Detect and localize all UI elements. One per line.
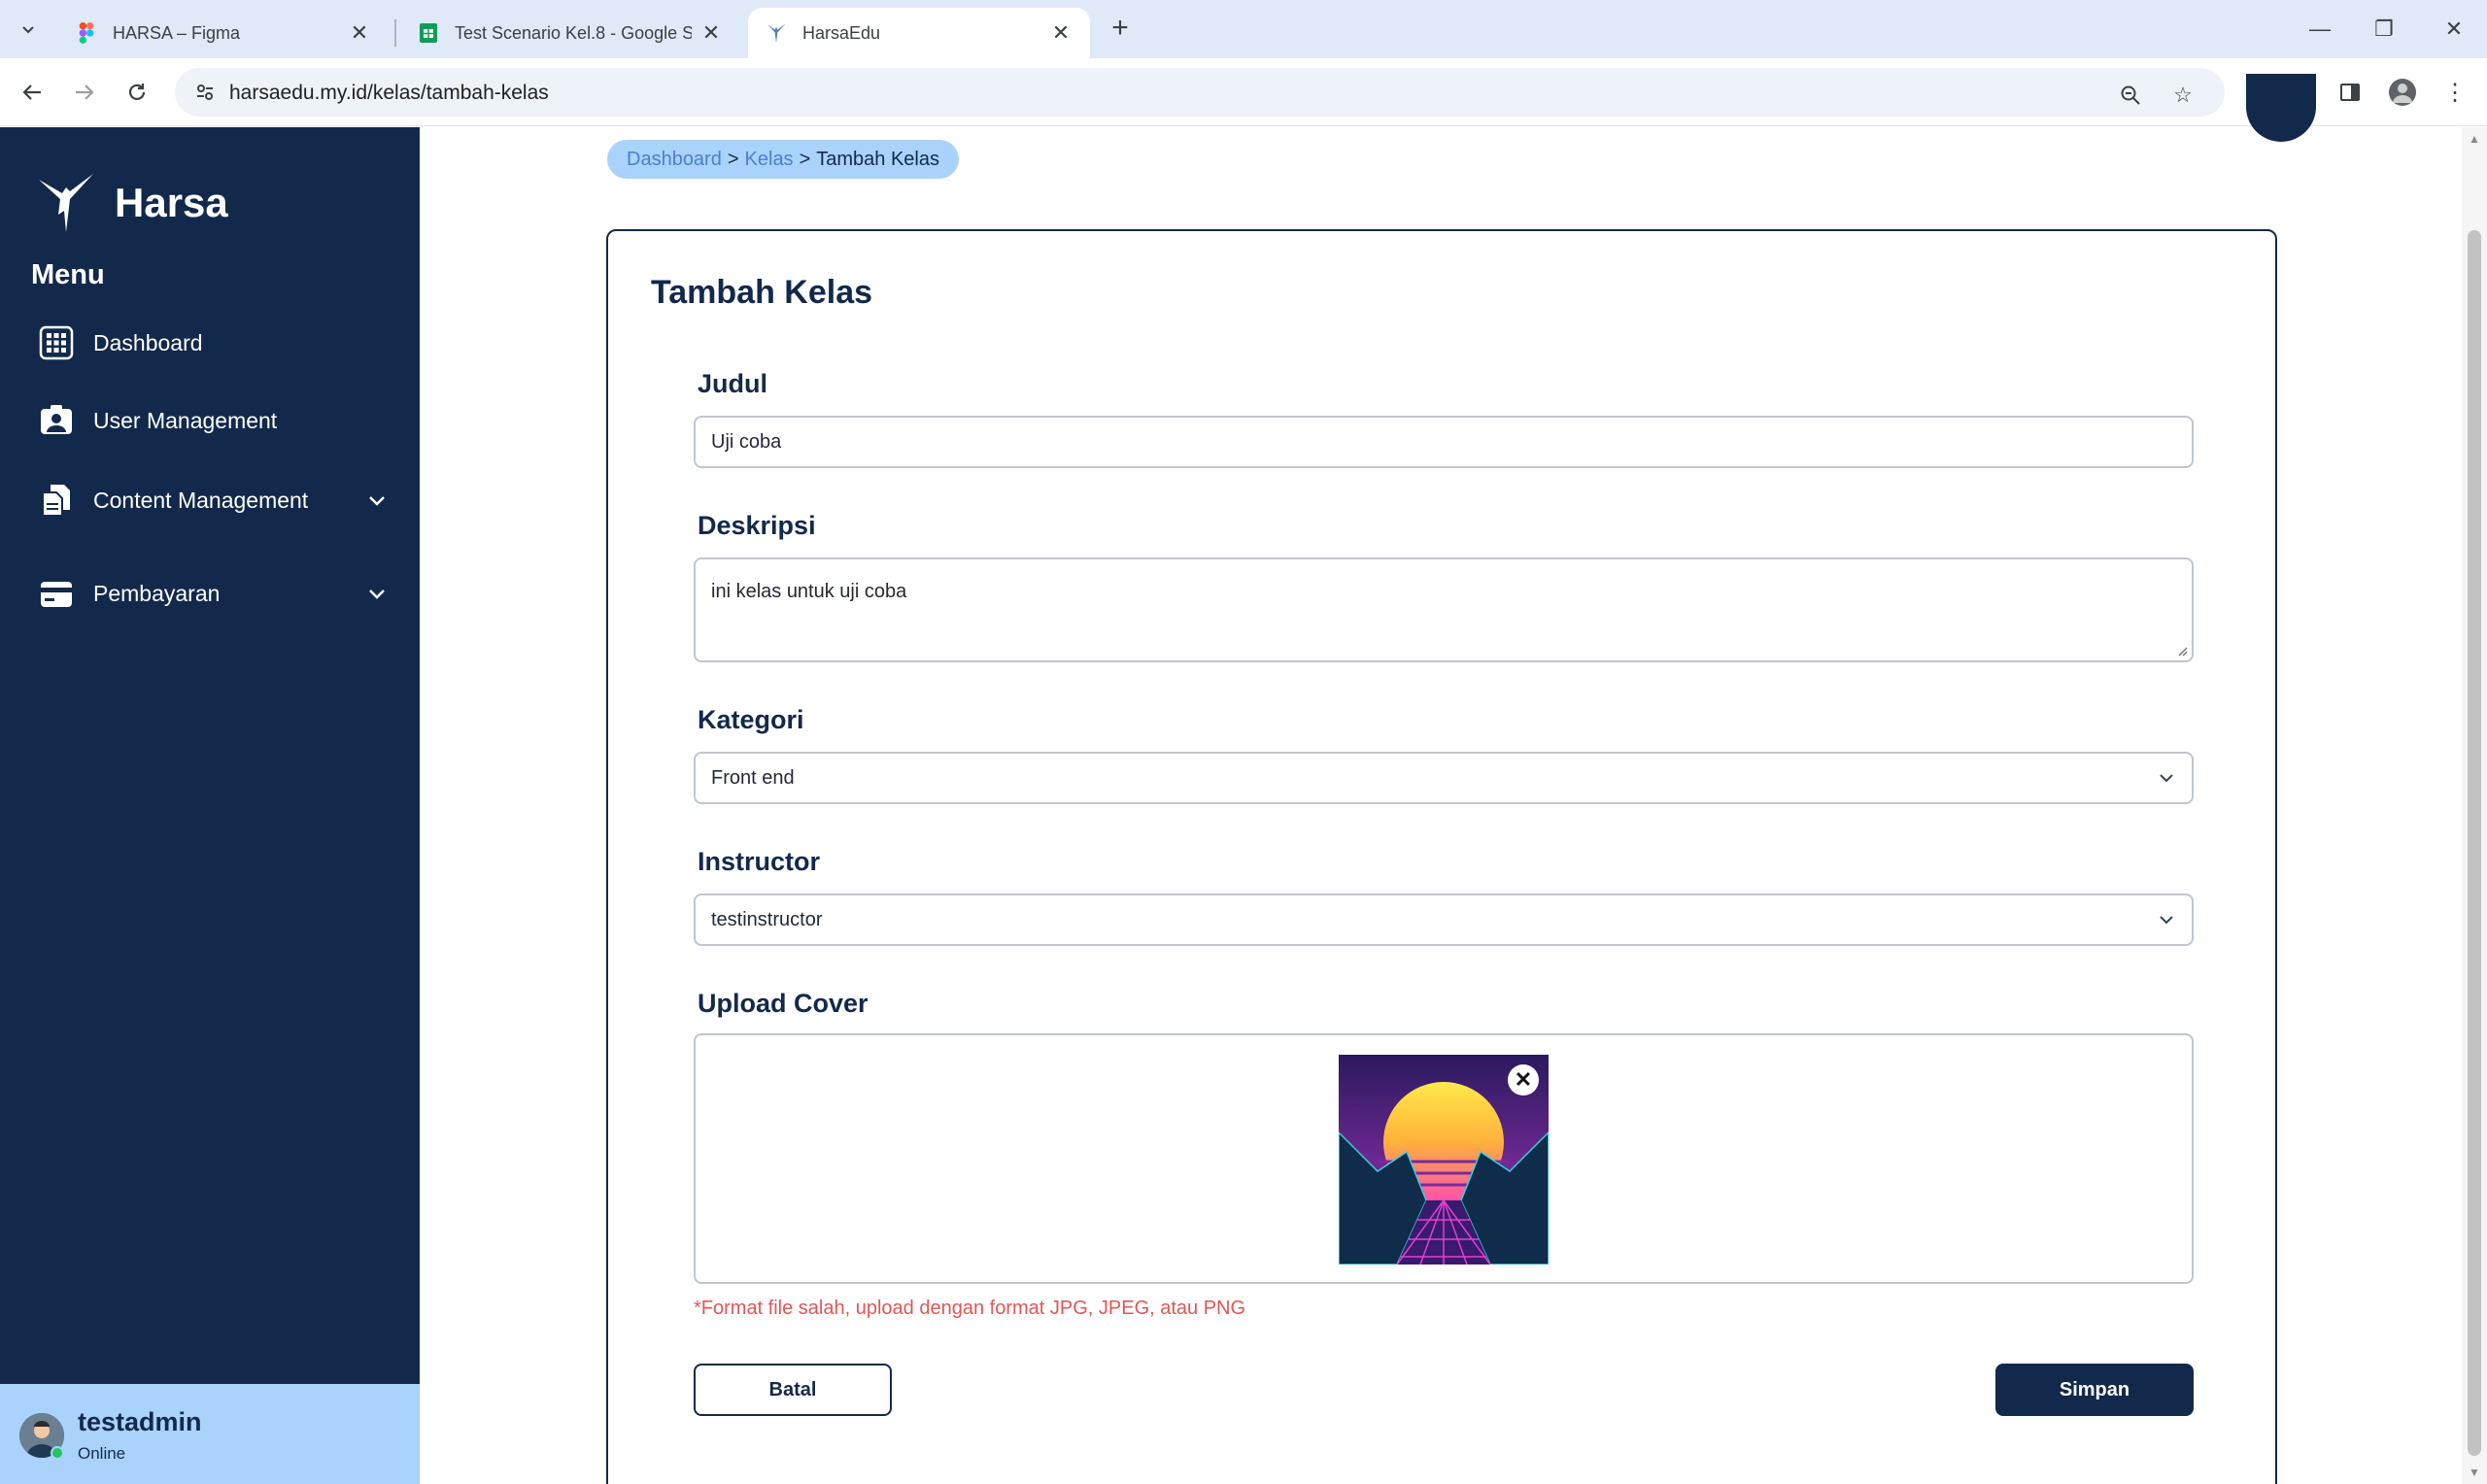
upload-cover-dropzone[interactable]: ✕ [694, 1033, 2194, 1284]
harsa-bird-icon [766, 22, 787, 44]
instructor-label: Instructor [698, 847, 821, 876]
deskripsi-value: ini kelas untuk uji coba [711, 581, 907, 602]
kategori-label: Kategori [698, 705, 804, 734]
scroll-down-icon[interactable]: ▼ [2469, 1467, 2480, 1478]
sidebar-item-dashboard[interactable]: Dashboard [39, 325, 389, 360]
tab-harsaedu[interactable]: HarsaEdu ✕ [748, 8, 1090, 58]
restore-icon[interactable]: ❐ [2355, 10, 2413, 49]
tambah-kelas-form: Tambah Kelas Judul Uji coba Deskripsi in… [606, 229, 2277, 1484]
upload-error-message: *Format file salah, upload dengan format… [694, 1298, 1246, 1319]
kategori-value: Front end [711, 766, 795, 789]
remove-image-button[interactable]: ✕ [1508, 1064, 1539, 1096]
breadcrumb-separator: > [727, 148, 739, 170]
deskripsi-label: Deskripsi [698, 511, 816, 540]
forward-icon[interactable] [66, 74, 103, 111]
close-icon[interactable]: ✕ [699, 20, 723, 45]
close-window-icon[interactable]: ✕ [2425, 10, 2483, 49]
close-icon: ✕ [1514, 1067, 1533, 1092]
judul-input[interactable]: Uji coba [694, 416, 2194, 468]
sidebar-item-pembayaran[interactable]: Pembayaran [39, 576, 389, 611]
sidebar-item-content-management[interactable]: Content Management [39, 483, 389, 518]
breadcrumb-kelas[interactable]: Kelas [745, 149, 794, 171]
profile-avatar-icon[interactable] [2384, 74, 2421, 111]
user-card-icon [41, 405, 72, 434]
kategori-select[interactable]: Front end [694, 752, 2194, 804]
breadcrumb-dashboard[interactable]: Dashboard [627, 149, 722, 171]
dashboard-grid-icon [39, 325, 74, 360]
user-status: Online [78, 1444, 126, 1463]
documents-icon [42, 485, 70, 517]
tab-search-button[interactable] [12, 14, 45, 45]
current-user-card[interactable]: testadmin Online [0, 1384, 420, 1484]
harsa-bird-icon [39, 174, 93, 232]
back-icon[interactable] [14, 74, 51, 111]
sidebar-item-label: Content Management [93, 487, 309, 513]
chevron-down-icon[interactable] [365, 582, 389, 605]
tab-figma[interactable]: HARSA – Figma ✕ [58, 8, 389, 58]
chevron-down-icon[interactable] [365, 489, 389, 512]
site-settings-icon[interactable] [192, 80, 218, 105]
sidebar-item-label: Pembayaran [93, 580, 221, 606]
side-panel-icon[interactable] [2332, 74, 2368, 111]
instructor-value: testinstructor [711, 908, 823, 930]
chevron-down-icon [2160, 916, 2173, 925]
tab-title: HarsaEdu [802, 22, 881, 43]
chevron-down-icon [22, 26, 34, 34]
figma-icon [76, 22, 97, 44]
close-icon[interactable]: ✕ [1049, 20, 1073, 45]
header-profile-avatar[interactable] [2246, 74, 2316, 142]
online-status-indicator [51, 1446, 64, 1460]
cancel-button[interactable]: Batal [694, 1364, 892, 1416]
instructor-select[interactable]: testinstructor [694, 894, 2194, 946]
google-sheets-icon [418, 22, 439, 44]
sidebar: Harsa Menu Dashboard User Management Con… [0, 127, 420, 1484]
deskripsi-textarea[interactable]: ini kelas untuk uji coba [694, 557, 2194, 662]
judul-value: Uji coba [711, 430, 782, 453]
menu-heading: Menu [31, 259, 105, 290]
minimize-icon[interactable]: — [2291, 10, 2349, 49]
breadcrumb: Dashboard > Kelas > Tambah Kelas [607, 140, 959, 179]
breadcrumb-separator: > [799, 148, 811, 170]
bookmark-star-icon[interactable]: ☆ [2168, 81, 2197, 110]
resize-handle-icon[interactable] [2176, 645, 2188, 657]
breadcrumb-current: Tambah Kelas [816, 148, 939, 170]
zoom-icon[interactable] [2116, 81, 2145, 110]
sidebar-item-user-management[interactable]: User Management [39, 403, 389, 438]
chevron-down-icon [2160, 774, 2173, 783]
scroll-up-icon[interactable]: ▲ [2469, 133, 2480, 145]
tab-title: HARSA – Figma [113, 22, 241, 43]
close-icon[interactable]: ✕ [348, 20, 371, 45]
browser-tabstrip: HARSA – Figma ✕ Test Scenario Kel.8 - Go… [0, 0, 2487, 58]
tab-title: Test Scenario Kel.8 - Google Sp [455, 22, 692, 43]
brand-name: Harsa [115, 180, 228, 225]
sidebar-item-label: User Management [93, 407, 278, 433]
address-bar[interactable]: harsaedu.my.id/kelas/tambah-kelas ☆ [175, 68, 2225, 117]
page-scrollbar[interactable]: ▲ ▼ [2462, 127, 2487, 1484]
tab-google-sheets[interactable]: Test Scenario Kel.8 - Google Sp ✕ [400, 8, 740, 58]
tab-divider [394, 19, 396, 47]
sidebar-item-label: Dashboard [93, 329, 203, 355]
save-button[interactable]: Simpan [1995, 1364, 2194, 1416]
judul-label: Judul [698, 369, 767, 398]
scrollbar-thumb[interactable] [2468, 230, 2481, 1456]
new-tab-button[interactable]: + [1104, 14, 1137, 47]
browser-toolbar: harsaedu.my.id/kelas/tambah-kelas ☆ ⋮ [0, 58, 2487, 126]
reload-icon[interactable] [119, 74, 155, 111]
url-text: harsaedu.my.id/kelas/tambah-kelas [229, 82, 549, 104]
browser-menu-icon[interactable]: ⋮ [2436, 74, 2473, 111]
brand-logo[interactable]: Harsa [37, 172, 228, 234]
credit-card-icon [41, 582, 72, 607]
page-title: Tambah Kelas [651, 274, 873, 311]
upload-cover-label: Upload Cover [698, 989, 869, 1018]
user-name: testadmin [78, 1407, 202, 1436]
